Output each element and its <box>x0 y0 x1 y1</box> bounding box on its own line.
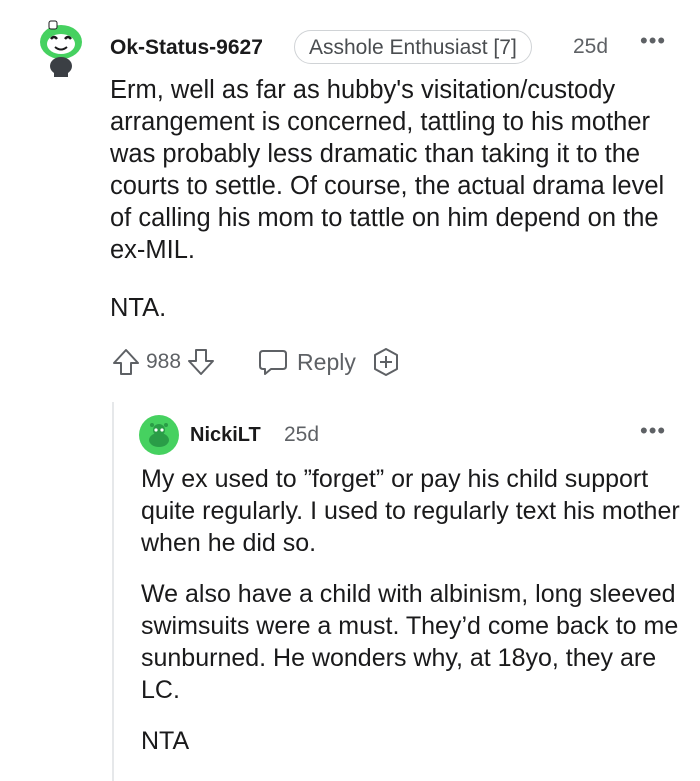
more-options-icon[interactable]: ••• <box>640 418 666 444</box>
comment-timestamp: 25d <box>573 35 609 58</box>
reply-paragraph: My ex used to ”forget” or pay his child … <box>141 465 680 557</box>
speech-bubble-icon <box>257 346 289 378</box>
reply-body: My ex used to ”forget” or pay his child … <box>141 463 681 776</box>
reply-timestamp: 25d <box>284 423 320 446</box>
comment-body: Erm, well as far as hubby's visitation/c… <box>110 74 680 350</box>
reply-avatar[interactable] <box>139 415 179 455</box>
more-options-icon[interactable]: ••• <box>640 28 666 54</box>
comment-paragraph: NTA. <box>110 294 167 322</box>
downvote-arrow-icon[interactable] <box>185 346 217 378</box>
comment-paragraph: Erm, well as far as hubby's visitation/c… <box>110 76 665 264</box>
snoo-avatar-icon <box>40 20 82 77</box>
reply-paragraph: NTA <box>141 727 190 755</box>
avatar[interactable] <box>36 18 86 78</box>
upvote-arrow-icon[interactable] <box>110 346 142 378</box>
snoo-avatar-icon <box>139 415 179 455</box>
comment-action-bar: 988 Reply <box>110 342 402 382</box>
user-flair-badge: Asshole Enthusiast [7] <box>294 30 532 64</box>
reply-username[interactable]: NickiLT <box>190 424 261 447</box>
thread-line[interactable] <box>112 402 114 781</box>
reply-button[interactable]: Reply <box>257 346 356 378</box>
vote-score: 988 <box>146 350 182 373</box>
reply-paragraph: We also have a child with albinism, long… <box>141 580 679 704</box>
comment-username[interactable]: Ok-Status-9627 <box>110 36 263 60</box>
award-plus-icon[interactable] <box>370 346 402 378</box>
reply-label: Reply <box>297 348 356 375</box>
